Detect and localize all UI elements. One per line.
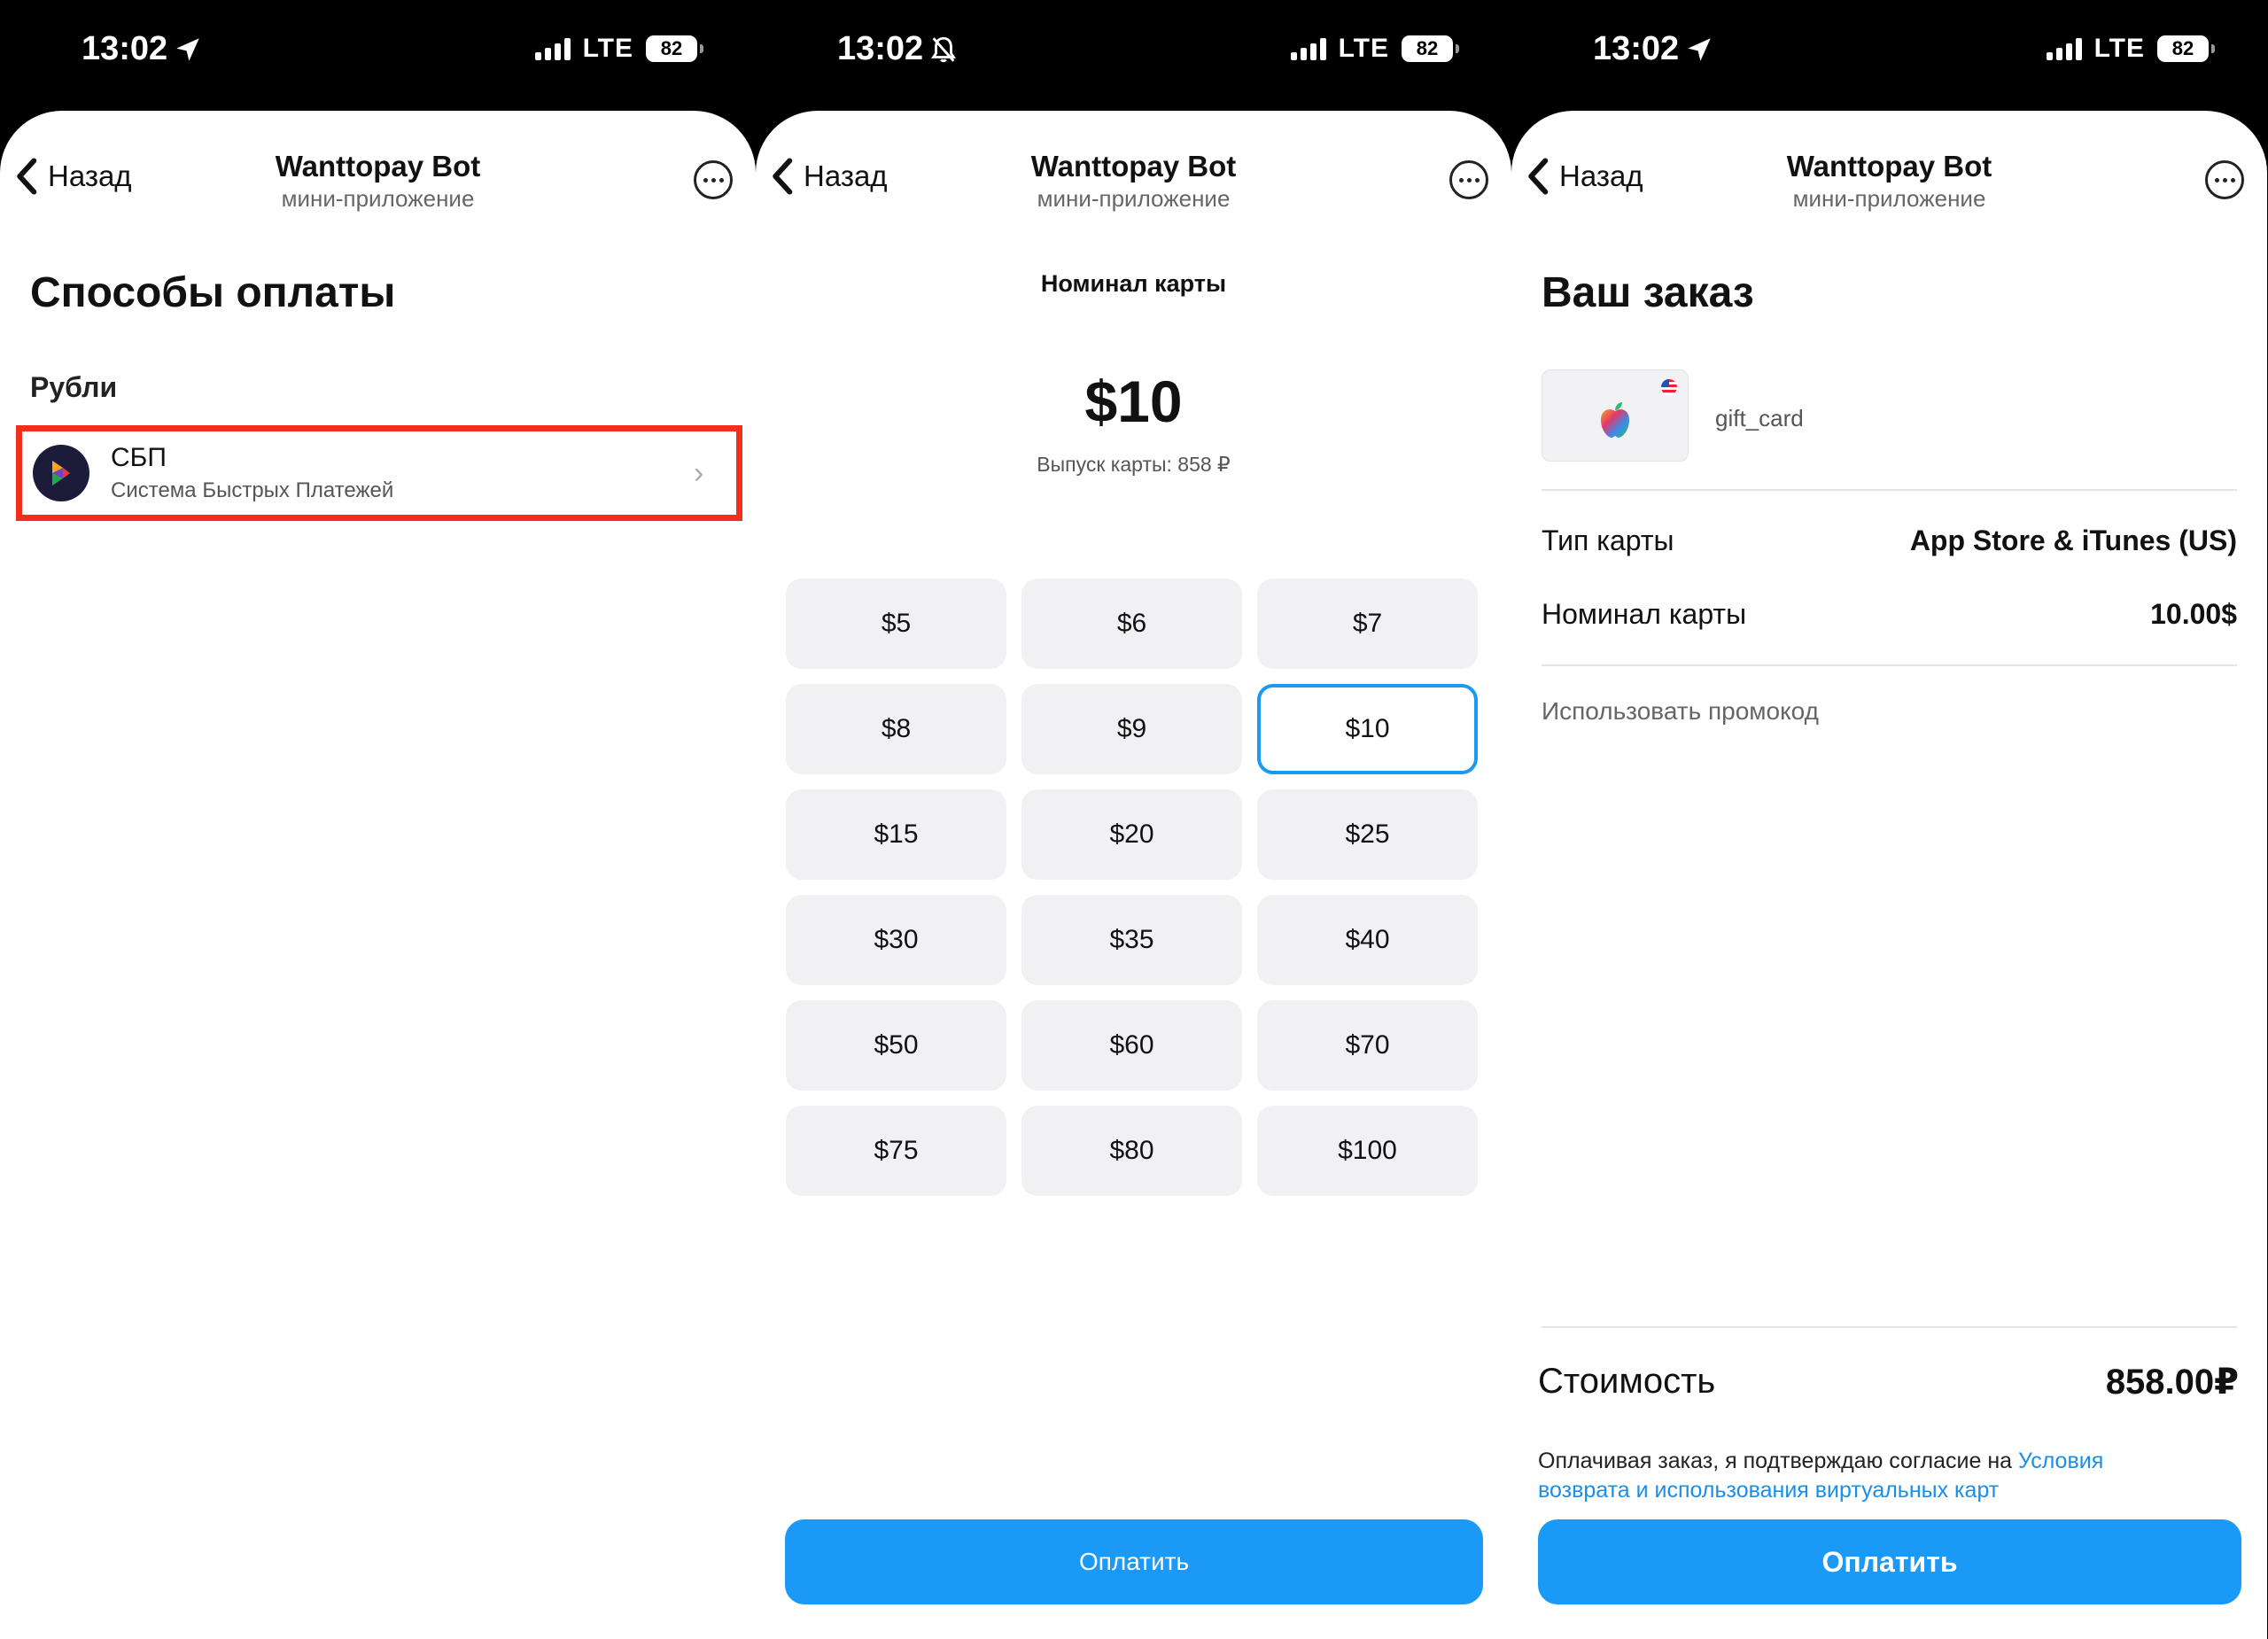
divider	[1542, 664, 2237, 666]
section-label-rubles: Рубли	[30, 371, 118, 403]
denomination-option[interactable]: $10	[1257, 684, 1478, 774]
gift-card-thumbnail	[1542, 369, 1689, 462]
nav-title: Wanttopay Bot мини-приложение	[756, 150, 1511, 213]
denomination-option[interactable]: $15	[786, 789, 1006, 880]
status-time-text: 13:02	[82, 30, 168, 67]
status-bar: 13:02 LTE 82	[756, 0, 1511, 111]
denomination-option[interactable]: $100	[1257, 1106, 1478, 1196]
denomination-grid: $5 $6 $7 $8 $9 $10 $15 $20 $25 $30 $35 $40 $50 $60 $70…	[786, 579, 1480, 1196]
total-row: Стоимость 858.00₽	[1538, 1362, 2239, 1402]
denomination-option[interactable]: $8	[786, 684, 1006, 774]
denomination-option[interactable]: $40	[1257, 895, 1478, 985]
app-sheet: Назад Wanttopay Bot мини-приложение Номи…	[756, 111, 1511, 1639]
sbp-description: Система Быстрых Платежей	[111, 478, 394, 502]
nav-bar: Назад Wanttopay Bot мини-приложение	[0, 111, 756, 252]
denomination-option[interactable]: $50	[786, 1000, 1006, 1091]
denomination-option[interactable]: $9	[1021, 684, 1242, 774]
product-name: gift_card	[1715, 405, 1804, 431]
more-options-button[interactable]	[1449, 160, 1488, 199]
status-bar: 13:02 LTE 82	[0, 0, 756, 111]
denomination-option[interactable]: $70	[1257, 1000, 1478, 1091]
divider	[1542, 489, 2237, 491]
card-type-label: Тип карты	[1542, 524, 1674, 556]
page-title: Ваш заказ	[1542, 269, 1754, 316]
location-arrow-icon	[176, 37, 199, 61]
location-arrow-icon	[1688, 37, 1711, 61]
app-sheet: Назад Wanttopay Bot мини-приложение Ваш …	[1511, 111, 2267, 1639]
nav-bar: Назад Wanttopay Bot мини-приложение	[756, 111, 1511, 252]
status-time-text: 13:02	[837, 30, 924, 67]
denomination-option[interactable]: $80	[1021, 1106, 1242, 1196]
bot-title: Wanttopay Bot	[1030, 150, 1237, 183]
sbp-name: СБП	[111, 443, 167, 472]
denomination-option[interactable]: $75	[786, 1106, 1006, 1196]
total-value: 858.00₽	[2105, 1363, 2239, 1402]
denomination-option[interactable]: $20	[1021, 789, 1242, 880]
status-time-text: 13:02	[1593, 30, 1680, 67]
screen-order-summary: 13:02 LTE 82 Назад Wanttopay Bot мини-пр…	[1511, 0, 2267, 1639]
battery-level: 82	[660, 37, 683, 59]
us-flag-icon	[1661, 379, 1677, 395]
denomination-option[interactable]: $60	[1021, 1000, 1242, 1091]
battery-icon: 82	[646, 35, 703, 62]
bot-subtitle: мини-приложение	[281, 185, 475, 212]
nav-bar: Назад Wanttopay Bot мини-приложение	[1511, 111, 2267, 252]
payment-method-sbp[interactable]: СБП Система Быстрых Платежей ›	[16, 425, 742, 521]
denomination-row: Номинал карты 10.00$	[1542, 598, 2237, 631]
denomination-value: 10.00$	[2150, 598, 2237, 630]
bell-slash-icon	[931, 36, 957, 62]
status-time: 13:02	[837, 30, 959, 68]
screen-card-denomination: 13:02 LTE 82 Назад Wanttopay Bot мини-пр…	[756, 0, 1511, 1639]
signal-icon	[2046, 37, 2082, 60]
card-type-row: Тип карты App Store & iTunes (US)	[1542, 524, 2237, 557]
bot-title: Wanttopay Bot	[1786, 150, 1992, 183]
battery-level: 82	[2171, 37, 2194, 59]
page-title: Способы оплаты	[30, 269, 396, 316]
denomination-option[interactable]: $30	[786, 895, 1006, 985]
denomination-option[interactable]: $35	[1021, 895, 1242, 985]
issue-price: Выпуск карты: 858 ₽	[1037, 453, 1231, 476]
network-label: LTE	[582, 34, 633, 63]
screen-payment-methods: 13:02 LTE 82 Назад Wanttopay Bot мини-пр…	[0, 0, 756, 1639]
more-options-button[interactable]	[694, 160, 733, 199]
bot-title: Wanttopay Bot	[275, 150, 481, 183]
divider	[1542, 1326, 2237, 1328]
promo-code-link[interactable]: Использовать промокод	[1542, 697, 1819, 726]
consent-prefix: Оплачивая заказ, я подтверждаю согласие …	[1538, 1449, 2018, 1473]
apple-logo-icon	[1601, 402, 1629, 438]
denomination-option[interactable]: $7	[1257, 579, 1478, 669]
chevron-right-icon: ›	[694, 456, 704, 490]
denomination-label: Номинал карты	[1542, 598, 1747, 630]
signal-icon	[1290, 37, 1326, 60]
status-time: 13:02	[82, 30, 203, 68]
signal-icon	[534, 37, 571, 60]
consent-text: Оплачивая заказ, я подтверждаю согласие …	[1538, 1447, 2179, 1505]
more-options-button[interactable]	[2205, 160, 2244, 199]
denomination-option[interactable]: $25	[1257, 789, 1478, 880]
pay-button[interactable]: Оплатить	[785, 1519, 1483, 1604]
network-label: LTE	[1338, 34, 1389, 63]
status-bar: 13:02 LTE 82	[1511, 0, 2267, 111]
status-time: 13:02	[1593, 30, 1714, 68]
app-sheet: Назад Wanttopay Bot мини-приложение Спос…	[0, 111, 756, 1639]
denomination-option[interactable]: $6	[1021, 579, 1242, 669]
denomination-label: Номинал карты	[1040, 270, 1227, 297]
bot-subtitle: мини-приложение	[1792, 185, 1986, 212]
card-type-value: App Store & iTunes (US)	[1909, 524, 2237, 556]
nav-title: Wanttopay Bot мини-приложение	[0, 150, 756, 213]
nav-title: Wanttopay Bot мини-приложение	[1511, 150, 2267, 213]
battery-icon: 82	[1402, 35, 1459, 62]
network-label: LTE	[2093, 34, 2145, 63]
battery-level: 82	[1416, 37, 1439, 59]
sbp-logo-icon	[33, 445, 89, 501]
selected-amount: $10	[1084, 369, 1183, 434]
bot-subtitle: мини-приложение	[1037, 185, 1231, 212]
pay-button[interactable]: Оплатить	[1538, 1519, 2241, 1604]
total-label: Стоимость	[1538, 1362, 1716, 1401]
denomination-option[interactable]: $5	[786, 579, 1006, 669]
battery-icon: 82	[2157, 35, 2215, 62]
